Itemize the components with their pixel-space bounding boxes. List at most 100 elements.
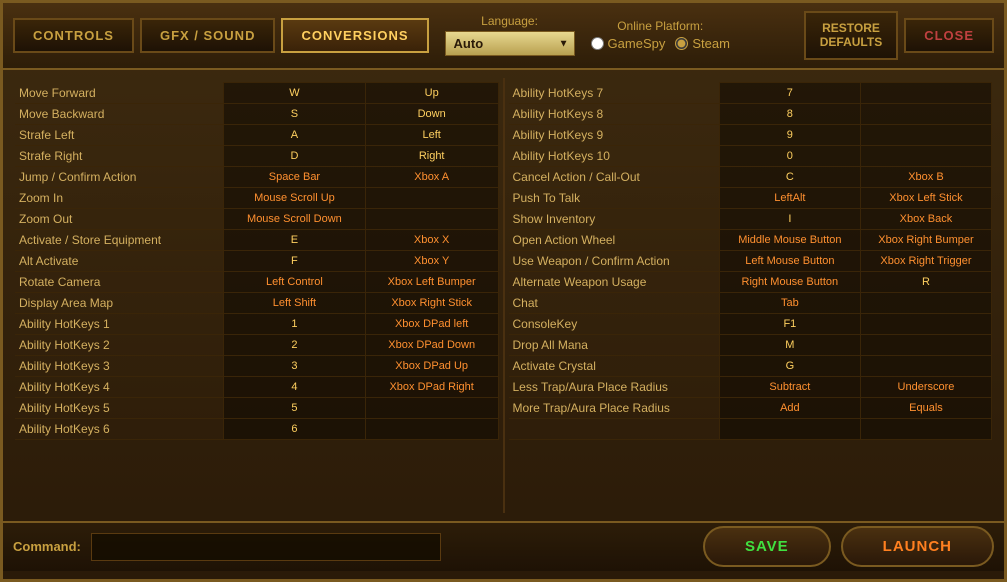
key2-cell[interactable]: Xbox Right Stick — [365, 292, 498, 313]
key1-cell[interactable]: G — [719, 355, 860, 376]
key1-cell[interactable]: M — [719, 334, 860, 355]
key2-cell[interactable] — [365, 397, 498, 418]
key1-cell[interactable]: D — [224, 145, 366, 166]
key1-cell[interactable]: Middle Mouse Button — [719, 229, 860, 250]
steam-label: Steam — [692, 36, 730, 51]
action-name — [509, 418, 720, 439]
key1-cell[interactable]: 7 — [719, 82, 860, 103]
key2-cell[interactable] — [860, 145, 991, 166]
key2-cell[interactable] — [860, 103, 991, 124]
table-row: Move ForwardWUp — [15, 82, 498, 103]
key1-cell[interactable]: A — [224, 124, 366, 145]
action-name: Ability HotKeys 5 — [15, 397, 224, 418]
table-row: Cancel Action / Call-OutCXbox B — [509, 166, 992, 187]
key2-cell[interactable] — [860, 418, 991, 439]
key1-cell[interactable]: LeftAlt — [719, 187, 860, 208]
key2-cell[interactable]: Underscore — [860, 376, 991, 397]
key1-cell[interactable]: W — [224, 82, 366, 103]
language-select[interactable]: Auto — [445, 31, 575, 56]
gamespy-label: GameSpy — [608, 36, 666, 51]
key1-cell[interactable]: Add — [719, 397, 860, 418]
key1-cell[interactable]: Left Shift — [224, 292, 366, 313]
save-button[interactable]: SAVE — [703, 526, 831, 567]
key2-cell[interactable] — [860, 82, 991, 103]
platform-gamespy[interactable]: GameSpy — [591, 36, 666, 51]
language-select-wrapper: Auto — [445, 31, 575, 56]
close-button[interactable]: CLOSE — [904, 18, 994, 53]
key1-cell[interactable] — [719, 418, 860, 439]
key2-cell[interactable] — [860, 124, 991, 145]
key1-cell[interactable]: 1 — [224, 313, 366, 334]
key1-cell[interactable]: Space Bar — [224, 166, 366, 187]
key1-cell[interactable]: Mouse Scroll Up — [224, 187, 366, 208]
tab-controls[interactable]: CONTROLS — [13, 18, 134, 53]
key2-cell[interactable]: Xbox A — [365, 166, 498, 187]
bottom-bar: Command: SAVE LAUNCH — [3, 521, 1004, 571]
key2-cell[interactable]: Xbox Left Bumper — [365, 271, 498, 292]
key1-cell[interactable]: F — [224, 250, 366, 271]
key2-cell[interactable]: Right — [365, 145, 498, 166]
language-section: Language: Auto — [445, 14, 575, 56]
key2-cell[interactable] — [860, 292, 991, 313]
action-name: More Trap/Aura Place Radius — [509, 397, 720, 418]
action-name: Strafe Right — [15, 145, 224, 166]
steam-radio[interactable] — [675, 37, 688, 50]
key1-cell[interactable]: Tab — [719, 292, 860, 313]
key1-cell[interactable]: Right Mouse Button — [719, 271, 860, 292]
key2-cell[interactable]: Equals — [860, 397, 991, 418]
command-input[interactable] — [91, 533, 441, 561]
key2-cell[interactable]: Xbox Y — [365, 250, 498, 271]
key2-cell[interactable] — [365, 187, 498, 208]
launch-button[interactable]: LAUNCH — [841, 526, 994, 567]
platform-steam[interactable]: Steam — [675, 36, 730, 51]
key2-cell[interactable]: R — [860, 271, 991, 292]
table-row: Ability HotKeys 55 — [15, 397, 498, 418]
key2-cell[interactable] — [365, 208, 498, 229]
key1-cell[interactable]: 3 — [224, 355, 366, 376]
key2-cell[interactable]: Xbox DPad Up — [365, 355, 498, 376]
key2-cell[interactable]: Xbox Left Stick — [860, 187, 991, 208]
action-name: Cancel Action / Call-Out — [509, 166, 720, 187]
key2-cell[interactable]: Xbox Right Trigger — [860, 250, 991, 271]
tab-gfx-sound[interactable]: GFX / SOUND — [140, 18, 276, 53]
table-row: Jump / Confirm ActionSpace BarXbox A — [15, 166, 498, 187]
restore-defaults-button[interactable]: RESTOREDEFAULTS — [804, 11, 898, 60]
gamespy-radio[interactable] — [591, 37, 604, 50]
key1-cell[interactable]: S — [224, 103, 366, 124]
key2-cell[interactable] — [365, 418, 498, 439]
key1-cell[interactable]: 0 — [719, 145, 860, 166]
key2-cell[interactable]: Up — [365, 82, 498, 103]
key1-cell[interactable]: F1 — [719, 313, 860, 334]
key1-cell[interactable]: C — [719, 166, 860, 187]
key2-cell[interactable]: Xbox Back — [860, 208, 991, 229]
key2-cell[interactable]: Xbox B — [860, 166, 991, 187]
key1-cell[interactable]: Left Control — [224, 271, 366, 292]
key1-cell[interactable]: 6 — [224, 418, 366, 439]
key2-cell[interactable] — [860, 313, 991, 334]
key2-cell[interactable] — [860, 355, 991, 376]
key1-cell[interactable]: 2 — [224, 334, 366, 355]
table-row: Display Area MapLeft ShiftXbox Right Sti… — [15, 292, 498, 313]
key1-cell[interactable]: 9 — [719, 124, 860, 145]
key1-cell[interactable]: I — [719, 208, 860, 229]
key2-cell[interactable]: Xbox X — [365, 229, 498, 250]
key2-cell[interactable]: Xbox DPad left — [365, 313, 498, 334]
key1-cell[interactable]: Left Mouse Button — [719, 250, 860, 271]
table-row: Open Action WheelMiddle Mouse ButtonXbox… — [509, 229, 992, 250]
key1-cell[interactable]: 8 — [719, 103, 860, 124]
key2-cell[interactable]: Xbox DPad Down — [365, 334, 498, 355]
key2-cell[interactable]: Left — [365, 124, 498, 145]
action-name: Less Trap/Aura Place Radius — [509, 376, 720, 397]
key1-cell[interactable]: Mouse Scroll Down — [224, 208, 366, 229]
key1-cell[interactable]: 4 — [224, 376, 366, 397]
key1-cell[interactable]: E — [224, 229, 366, 250]
key1-cell[interactable]: Subtract — [719, 376, 860, 397]
key2-cell[interactable] — [860, 334, 991, 355]
key2-cell[interactable]: Xbox Right Bumper — [860, 229, 991, 250]
key1-cell[interactable]: 5 — [224, 397, 366, 418]
table-row — [509, 418, 992, 439]
table-row: Ability HotKeys 99 — [509, 124, 992, 145]
tab-conversions[interactable]: CONVERSIONS — [281, 18, 428, 53]
key2-cell[interactable]: Down — [365, 103, 498, 124]
key2-cell[interactable]: Xbox DPad Right — [365, 376, 498, 397]
